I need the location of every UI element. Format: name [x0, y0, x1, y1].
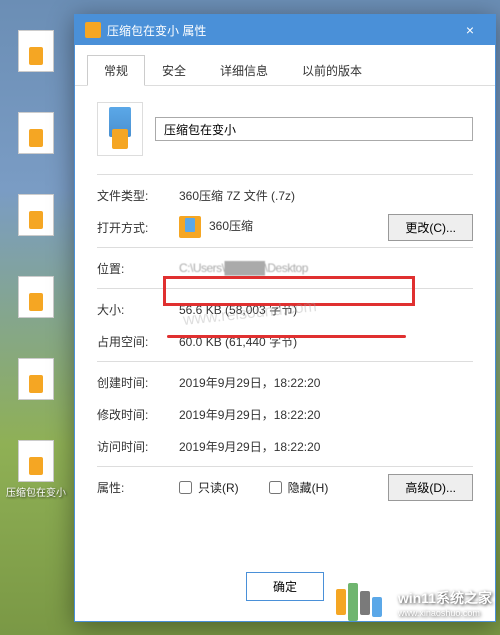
- window-title: 压缩包在变小 属性: [107, 22, 206, 39]
- desktop-icon[interactable]: [6, 112, 66, 156]
- archive-icon: [85, 22, 101, 38]
- size-value: 56.6 KB (58,003 字节): [179, 301, 473, 318]
- readonly-label: 只读(R): [198, 479, 239, 496]
- desktop-icon[interactable]: [6, 30, 66, 74]
- location-value: C:\Users\█████\Desktop: [179, 261, 473, 275]
- location-label: 位置:: [97, 260, 179, 277]
- desktop-icon[interactable]: 压缩包在变小: [6, 440, 66, 499]
- filetype-label: 文件类型:: [97, 187, 179, 204]
- site-logo-icon: [336, 579, 390, 627]
- readonly-input[interactable]: [179, 481, 192, 494]
- hidden-checkbox[interactable]: 隐藏(H): [269, 479, 329, 496]
- readonly-checkbox[interactable]: 只读(R): [179, 479, 239, 496]
- titlebar[interactable]: 压缩包在变小 属性 ×: [75, 15, 495, 45]
- desktop-icon[interactable]: [6, 358, 66, 402]
- file-type-icon: [97, 102, 143, 156]
- attributes-label: 属性:: [97, 479, 179, 496]
- desktop-icon[interactable]: [6, 276, 66, 320]
- tabs: 常规 安全 详细信息 以前的版本: [75, 45, 495, 86]
- modified-label: 修改时间:: [97, 406, 179, 423]
- site-name: win11系统之家: [398, 588, 492, 608]
- diskspace-value: 60.0 KB (61,440 字节): [179, 333, 473, 350]
- hidden-input[interactable]: [269, 481, 282, 494]
- close-button[interactable]: ×: [455, 22, 485, 38]
- created-value: 2019年9月29日，18:22:20: [179, 374, 473, 391]
- app-icon: [179, 216, 201, 238]
- openwith-value: 360压缩: [179, 216, 388, 238]
- diskspace-label: 占用空间:: [97, 333, 179, 350]
- filename-input[interactable]: [155, 117, 473, 141]
- desktop-icon[interactable]: [6, 194, 66, 238]
- tab-previous[interactable]: 以前的版本: [285, 55, 379, 85]
- openwith-label: 打开方式:: [97, 219, 179, 236]
- size-label: 大小:: [97, 301, 179, 318]
- tab-details[interactable]: 详细信息: [203, 55, 285, 85]
- tab-general[interactable]: 常规: [87, 55, 145, 86]
- tab-security[interactable]: 安全: [145, 55, 203, 85]
- created-label: 创建时间:: [97, 374, 179, 391]
- modified-value: 2019年9月29日，18:22:20: [179, 406, 473, 423]
- properties-dialog: 压缩包在变小 属性 × 常规 安全 详细信息 以前的版本 文件类型: 360压缩…: [74, 14, 496, 622]
- change-button[interactable]: 更改(C)...: [388, 214, 473, 241]
- accessed-value: 2019年9月29日，18:22:20: [179, 438, 473, 455]
- filetype-value: 360压缩 7Z 文件 (.7z): [179, 187, 473, 204]
- ok-button[interactable]: 确定: [246, 572, 324, 601]
- advanced-button[interactable]: 高级(D)...: [388, 474, 473, 501]
- site-url: www.xinaoshuo.com: [398, 608, 492, 618]
- site-branding: win11系统之家 www.xinaoshuo.com: [336, 579, 492, 627]
- hidden-label: 隐藏(H): [288, 479, 329, 496]
- desktop-icon-label: 压缩包在变小: [6, 488, 66, 499]
- tab-content: 文件类型: 360压缩 7Z 文件 (.7z) 打开方式: 360压缩 更改(C…: [75, 86, 495, 519]
- accessed-label: 访问时间:: [97, 438, 179, 455]
